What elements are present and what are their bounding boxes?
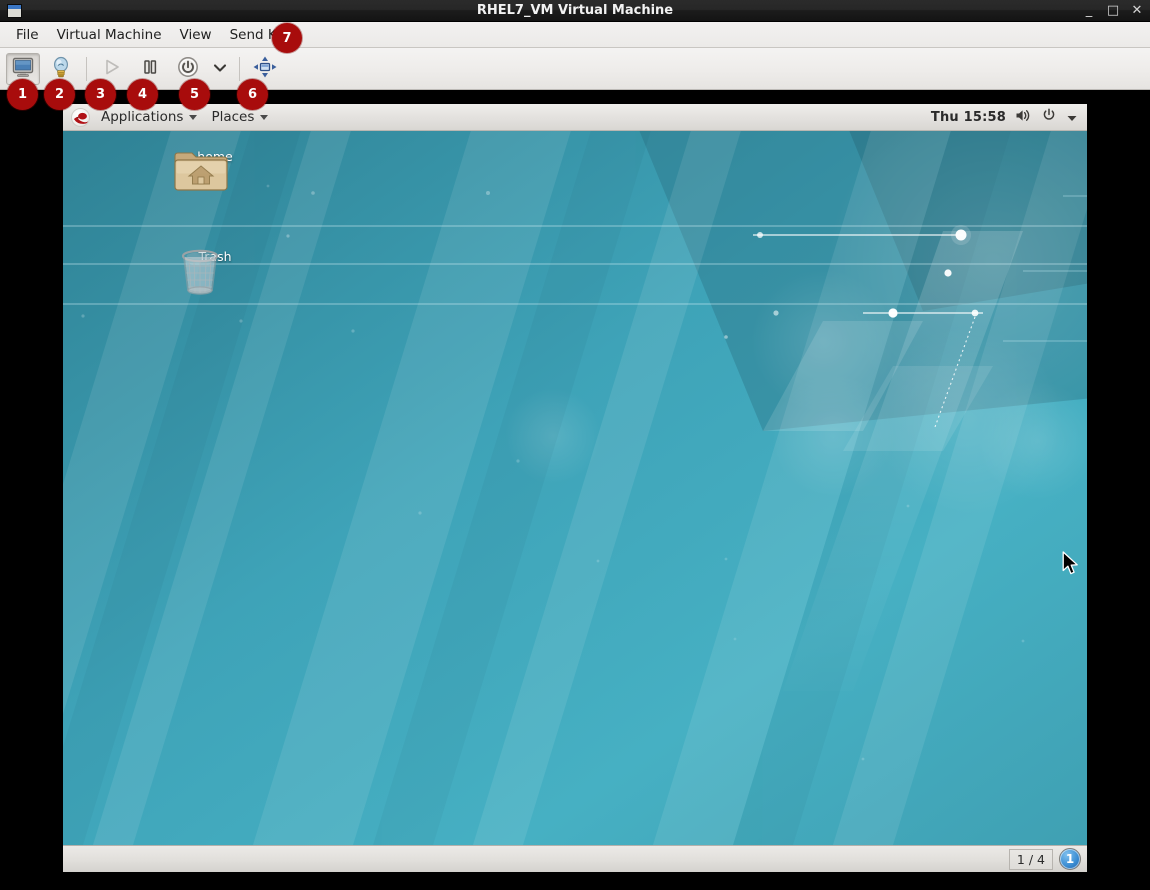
places-menu[interactable]: Places — [204, 106, 275, 128]
panel-status-area: Thu 15:58 — [931, 107, 1087, 127]
redhat-logo-icon[interactable] — [71, 107, 90, 127]
close-button[interactable]: ✕ — [1130, 0, 1144, 22]
desktop-icon-home[interactable]: home — [172, 146, 258, 191]
annotation-badge-2-label: 2 — [54, 87, 65, 102]
menu-virtual-machine[interactable]: Virtual Machine — [48, 25, 171, 45]
menu-view[interactable]: View — [171, 25, 221, 45]
toolbar-separator-2 — [239, 56, 240, 81]
applications-menu-label: Applications — [101, 109, 184, 125]
title-bar: RHEL7_VM Virtual Machine _ □ ✕ — [0, 0, 1150, 22]
window-title: RHEL7_VM Virtual Machine — [476, 3, 674, 18]
annotation-badge-3: 3 — [85, 79, 116, 110]
annotation-badge-6-label: 6 — [247, 87, 258, 102]
menu-file[interactable]: File — [7, 25, 48, 45]
pause-icon — [140, 57, 160, 81]
gnome-bottom-panel: 1 / 4 1 — [63, 845, 1087, 872]
annotation-badge-4-label: 4 — [137, 87, 148, 102]
system-menu-caret-icon[interactable] — [1066, 108, 1078, 127]
monitor-icon — [12, 57, 34, 81]
toolbar — [0, 48, 1150, 90]
maximize-button[interactable]: □ — [1106, 0, 1120, 22]
chevron-down-icon — [260, 114, 269, 120]
vm-console-viewport[interactable]: Applications Places Thu 15:58 Trash 1 / … — [63, 104, 1087, 872]
annotation-badge-1: 1 — [7, 79, 38, 110]
virt-manager-window: RHEL7_VM Virtual Machine _ □ ✕ File Virt… — [0, 0, 1150, 890]
workspace-indicator[interactable]: 1 / 4 — [1008, 848, 1053, 870]
chevron-down-icon — [189, 114, 198, 120]
annotation-badge-5-label: 5 — [189, 87, 200, 102]
chevron-down-icon — [212, 59, 228, 78]
annotation-badge-6: 6 — [237, 79, 268, 110]
minimize-button[interactable]: _ — [1082, 0, 1096, 22]
panel-clock[interactable]: Thu 15:58 — [931, 110, 1006, 125]
desktop-wallpaper: home — [63, 131, 1087, 845]
shutdown-menu-button[interactable] — [207, 53, 233, 85]
toolbar-separator-1 — [86, 56, 87, 81]
desktop-icon-trash[interactable]: Trash — [172, 246, 258, 295]
gnome-top-panel: Applications Places Thu 15:58 — [63, 104, 1087, 131]
window-controls: _ □ ✕ — [1082, 0, 1144, 22]
annotation-badge-7: 7 — [272, 23, 302, 53]
volume-icon[interactable] — [1015, 108, 1032, 127]
annotation-badge-3-label: 3 — [95, 87, 106, 102]
play-icon — [102, 57, 122, 81]
annotation-badge-7-label: 7 — [282, 30, 292, 46]
annotation-badge-5: 5 — [179, 79, 210, 110]
menu-bar: File Virtual Machine View Send Key — [0, 22, 1150, 48]
applications-menu[interactable]: Applications — [94, 106, 204, 128]
power-icon[interactable] — [1041, 107, 1057, 127]
fullscreen-resize-icon — [252, 55, 278, 83]
annotation-badge-2: 2 — [44, 79, 75, 110]
annotation-badge-1-label: 1 — [17, 87, 28, 102]
places-menu-label: Places — [211, 109, 255, 125]
workspace-switcher-button[interactable]: 1 — [1059, 848, 1081, 870]
lightbulb-icon — [51, 56, 71, 82]
annotation-badge-4: 4 — [127, 79, 158, 110]
